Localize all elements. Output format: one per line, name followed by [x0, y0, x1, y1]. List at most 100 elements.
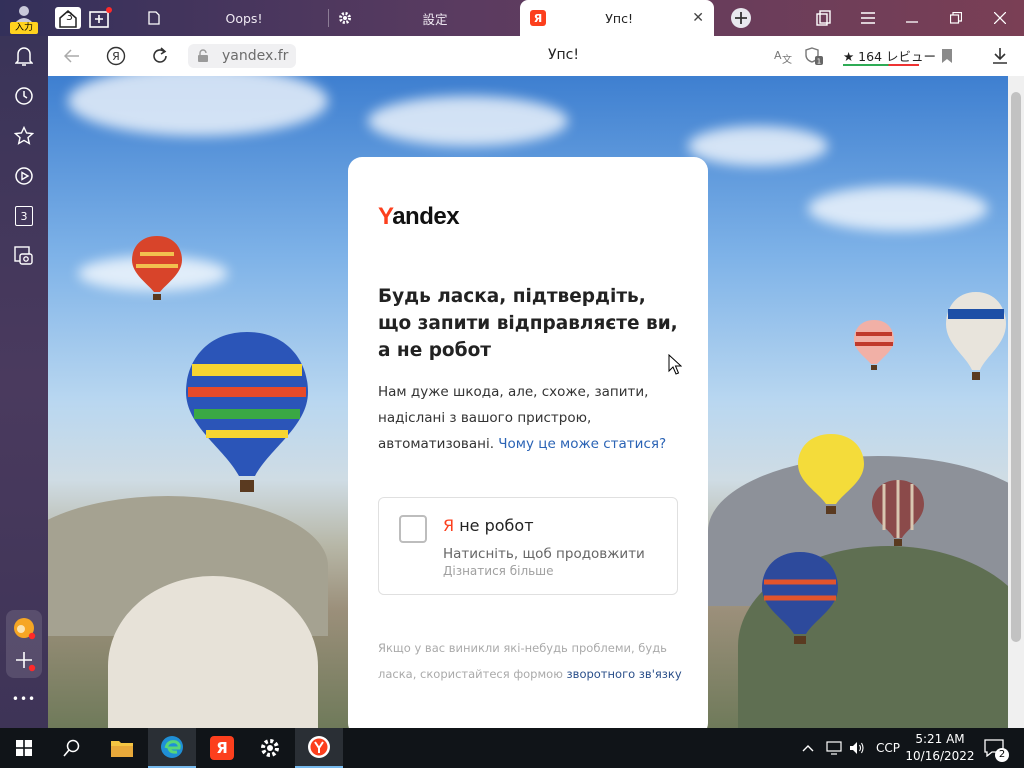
shield-icon: 1 [805, 47, 823, 66]
description-line: надіслані з вашого пристрою, [378, 410, 592, 426]
collections-button[interactable] [802, 0, 846, 36]
reviews-button[interactable]: ★ 164 レビュー [843, 46, 936, 65]
tab-oops[interactable]: Oops! [140, 0, 328, 36]
captcha-card: Yandex Будь ласка, підтвердіть, що запит… [348, 157, 708, 728]
notification-count: 2 [995, 748, 1009, 762]
collections-icon: 3 [15, 206, 33, 226]
minimize-icon [906, 21, 918, 23]
close-icon [994, 12, 1006, 24]
restore-icon [950, 12, 962, 24]
downloads-button[interactable] [984, 40, 1016, 72]
settings-button[interactable] [246, 728, 294, 768]
search-button[interactable] [48, 728, 96, 768]
feedback-text: ласка, скористайтеся формою [378, 667, 563, 681]
cloud [688, 126, 828, 166]
feedback-line: ласка, скористайтеся формою зворотного з… [378, 661, 683, 687]
search-icon [63, 739, 80, 757]
logo-rest: andex [392, 203, 460, 230]
collections-sidebar-button[interactable]: 3 [4, 196, 44, 236]
close-tab-icon[interactable]: ✕ [692, 10, 704, 26]
download-icon [993, 48, 1007, 64]
description-line: Нам дуже шкода, але, схоже, запити, [378, 384, 649, 400]
folder-icon [111, 741, 133, 757]
screenshot-button[interactable] [4, 236, 44, 276]
edge-icon [161, 736, 183, 758]
description-text: автоматизовані. [378, 436, 494, 452]
reload-button[interactable] [144, 40, 176, 72]
clock-time: 5:21 AM [915, 732, 965, 746]
menu-button[interactable] [846, 0, 890, 36]
avatar [14, 5, 34, 23]
learn-more-link[interactable]: Дізнатися більше [443, 564, 554, 578]
network-button[interactable] [826, 728, 844, 768]
back-button[interactable] [56, 40, 88, 72]
translate-button[interactable]: A文 [767, 40, 799, 72]
scrollbar-thumb[interactable] [1011, 92, 1021, 642]
volume-button[interactable] [849, 728, 867, 768]
hot-air-balloon [132, 236, 182, 300]
feedback-link[interactable]: зворотного зв'язку [567, 667, 682, 681]
captcha-description: Нам дуже шкода, але, схоже, запити, наді… [378, 379, 678, 457]
profile-button[interactable]: 入力 [8, 3, 40, 34]
yandex-browser-icon [308, 736, 330, 758]
weather-app-button[interactable] [12, 616, 36, 640]
plus-icon [16, 652, 36, 672]
not-robot-checkbox[interactable] [399, 515, 427, 543]
edge-button[interactable] [148, 728, 196, 768]
lock-icon [198, 49, 208, 62]
hot-air-balloon [798, 434, 864, 514]
start-button[interactable] [0, 728, 48, 768]
minimize-button[interactable] [890, 0, 934, 36]
address-bar: Я yandex.fr Упс! A文 1 ★ 164 レビュー [48, 36, 1024, 76]
tab-title: Oops! [225, 10, 263, 26]
tab-settings[interactable]: 設定 [330, 0, 518, 36]
tab-ups[interactable]: Я Упс! ✕ [520, 0, 714, 36]
restore-button[interactable] [934, 0, 978, 36]
language-indicator[interactable]: CCP [876, 728, 900, 768]
yandex-logo: Yandex [378, 203, 460, 231]
protect-button[interactable]: 1 [798, 40, 830, 72]
svg-text:文: 文 [782, 53, 792, 64]
why-link[interactable]: Чому це може статися? [498, 436, 666, 452]
yandex-browser-button[interactable] [295, 728, 343, 768]
feedback-note: Якщо у вас виникли які-небудь проблеми, … [378, 635, 683, 687]
reload-icon [153, 47, 167, 63]
hot-air-balloon [946, 292, 1006, 380]
clock-icon [15, 87, 33, 105]
hot-air-balloon [762, 552, 838, 644]
taskbar: Я CCP 5:21 AM 10/16/2022 2 [0, 728, 1024, 768]
yandex-home-button[interactable]: Я [100, 40, 132, 72]
new-tab-group-button[interactable] [78, 0, 122, 36]
yandex-app-button[interactable]: Я [198, 728, 246, 768]
bookmarks-button[interactable] [4, 116, 44, 156]
bookmarks-stack-icon [816, 10, 831, 26]
bookmark-icon [942, 49, 952, 63]
yandex-icon: Я [210, 736, 234, 760]
history-button[interactable] [4, 76, 44, 116]
captcha-heading: Будь ласка, підтвердіть, що запити відпр… [378, 286, 678, 361]
video-button[interactable] [4, 156, 44, 196]
bookmark-page-button[interactable] [931, 40, 963, 72]
file-explorer-button[interactable] [98, 728, 146, 768]
notifications-center-button[interactable]: 2 [984, 728, 1009, 768]
tab-title: 設定 [422, 11, 448, 27]
sidebar-more-button[interactable]: ••• [0, 692, 48, 706]
close-window-button[interactable] [978, 0, 1022, 36]
clock[interactable]: 5:21 AM 10/16/2022 [905, 731, 975, 765]
url-field[interactable]: yandex.fr [188, 44, 296, 68]
gear-icon [339, 12, 351, 24]
page-title: Упс! [548, 47, 579, 63]
hot-air-balloon [186, 332, 308, 492]
robot-label-text: не робот [454, 516, 534, 535]
new-tab-button[interactable] [719, 0, 763, 36]
clock-date: 10/16/2022 [905, 749, 975, 763]
add-app-button[interactable] [12, 648, 36, 672]
gear-icon [261, 739, 279, 757]
arrow-left-icon [64, 49, 79, 63]
weather-icon [14, 618, 36, 640]
notifications-button[interactable] [4, 36, 44, 76]
robot-ya: Я [443, 516, 455, 535]
not-robot-checkbox-panel[interactable]: Я не робот Натисніть, щоб продовжити Діз… [378, 497, 678, 595]
show-hidden-icons[interactable] [802, 728, 818, 768]
logo-y: Y [378, 203, 393, 230]
